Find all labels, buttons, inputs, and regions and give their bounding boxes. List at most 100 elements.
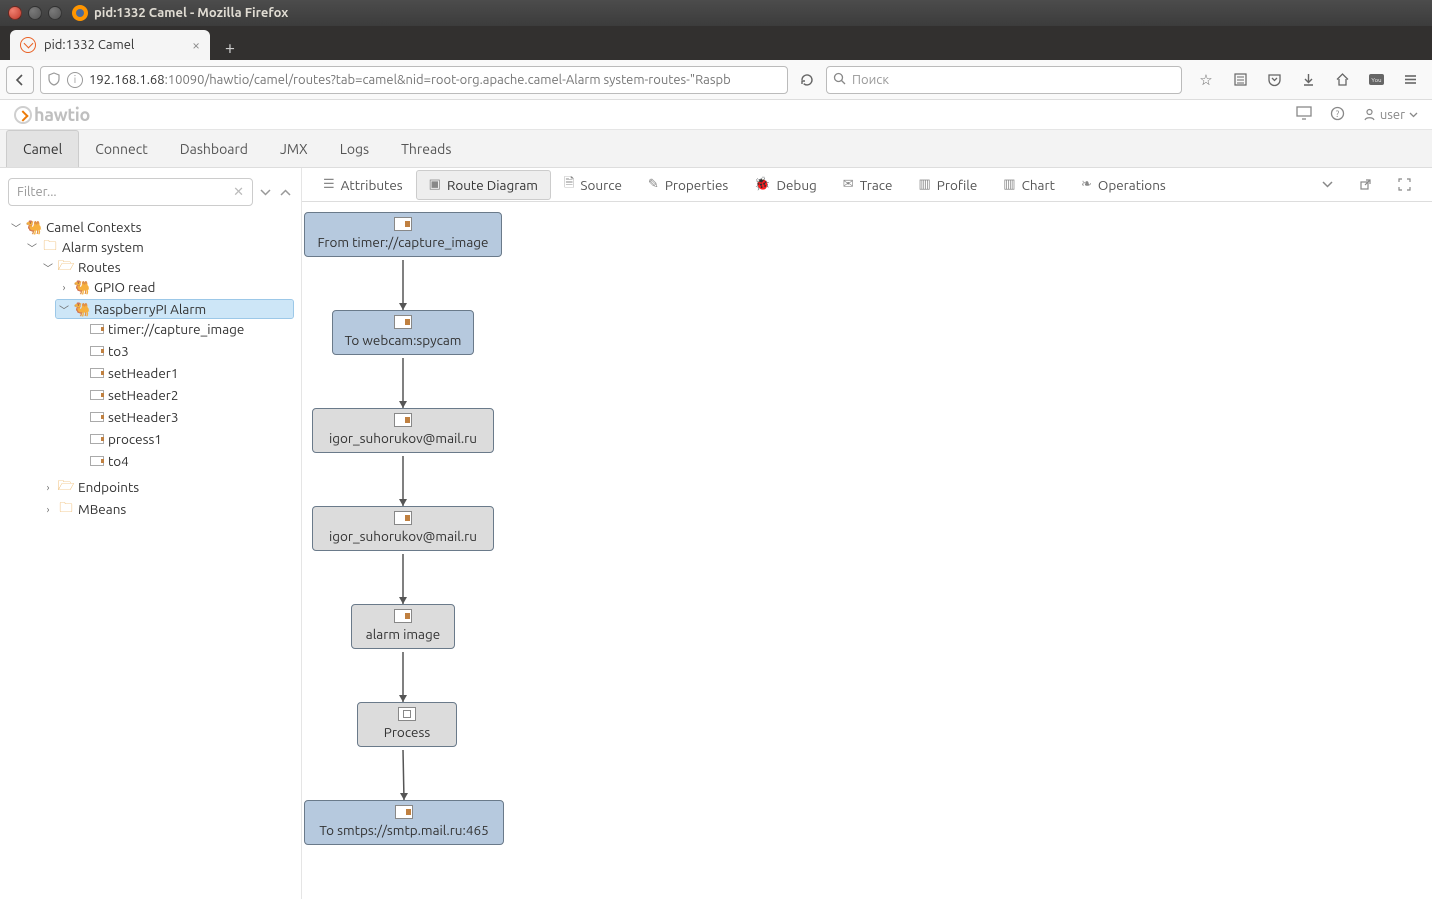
tracking-shield-icon — [47, 72, 63, 88]
subtab-trace[interactable]: ✉Trace — [830, 170, 906, 200]
subtab-properties[interactable]: ✎Properties — [635, 170, 741, 200]
filter-placeholder: Filter... — [17, 185, 57, 199]
nav-connect[interactable]: Connect — [79, 130, 164, 167]
window-close-button[interactable] — [8, 6, 22, 20]
subtab-route-diagram[interactable]: ▣Route Diagram — [416, 170, 551, 200]
user-label: user — [1380, 108, 1405, 122]
window-maximize-button[interactable] — [48, 6, 62, 20]
nav-dashboard[interactable]: Dashboard — [164, 130, 264, 167]
subtab-popout[interactable] — [1346, 171, 1385, 198]
tree-routes[interactable]: ﹀🗁Routes — [40, 258, 293, 276]
folder-icon: 🗀 — [58, 502, 74, 516]
nav-jmx[interactable]: JMX — [264, 130, 324, 167]
diagram-node-4[interactable]: alarm image — [351, 604, 455, 649]
pocket-icon[interactable] — [1264, 70, 1284, 90]
subtab-source[interactable]: 🗎Source — [551, 167, 635, 203]
window-minimize-button[interactable] — [28, 6, 42, 20]
svg-text:You: You — [1371, 77, 1381, 84]
nav-back-button[interactable] — [6, 66, 34, 94]
user-menu[interactable]: user — [1363, 108, 1418, 122]
subtab-operations[interactable]: ❧Operations — [1068, 170, 1179, 200]
diagram-node-1[interactable]: To webcam:spycam — [332, 310, 474, 355]
nav-threads[interactable]: Threads — [385, 130, 467, 167]
picture-icon: ▣ — [429, 177, 441, 192]
browser-tab[interactable]: pid:1332 Camel × — [10, 30, 210, 60]
tree-gpio-read[interactable]: ›🐫GPIO read — [56, 278, 293, 296]
process-icon — [398, 707, 416, 721]
diagram-node-label: igor_suhorukov@mail.ru — [319, 528, 487, 544]
endpoint-icon — [394, 609, 412, 623]
search-bar[interactable]: Поиск — [826, 66, 1182, 94]
bookmarks-list-icon[interactable] — [1230, 70, 1250, 90]
endpoint-icon — [90, 368, 104, 378]
diagram-node-0[interactable]: From timer://capture_image — [304, 212, 502, 257]
hawtio-favicon-icon — [20, 37, 36, 53]
diagram-node-2[interactable]: igor_suhorukov@mail.ru — [312, 408, 494, 453]
bug-icon: 🐞 — [754, 177, 770, 192]
tree-mbeans[interactable]: ›🗀MBeans — [40, 500, 293, 518]
browser-toolbar: i 192.168.1.68 :10090/hawtio/camel/route… — [0, 60, 1432, 100]
filter-input[interactable]: Filter... ✕ — [8, 178, 253, 206]
tree-node-to3[interactable]: to3 — [72, 342, 293, 360]
tree-raspberry-alarm[interactable]: ﹀🐫RaspberryPI Alarm — [56, 300, 293, 318]
tree-node-setheader1[interactable]: setHeader1 — [72, 364, 293, 382]
reload-button[interactable] — [794, 67, 820, 93]
clear-filter-icon[interactable]: ✕ — [233, 185, 244, 200]
home-icon[interactable] — [1332, 70, 1352, 90]
bar-chart-icon: ▥ — [1003, 177, 1015, 192]
tree-node-setheader2[interactable]: setHeader2 — [72, 386, 293, 404]
endpoint-icon — [90, 456, 104, 466]
nav-camel[interactable]: Camel — [6, 130, 79, 167]
list-icon: ☰ — [323, 177, 335, 192]
tree-context[interactable]: ﹀🗀Alarm system — [24, 238, 293, 256]
main-nav: Camel Connect Dashboard JMX Logs Threads — [0, 130, 1432, 168]
collapse-up-icon[interactable] — [277, 184, 293, 200]
subtab-debug[interactable]: 🐞Debug — [741, 170, 830, 200]
subtab-attributes[interactable]: ☰Attributes — [310, 170, 416, 200]
search-icon — [833, 72, 846, 88]
tree-node-process1[interactable]: process1 — [72, 430, 293, 448]
subtab-more[interactable] — [1309, 172, 1346, 197]
site-info-icon[interactable]: i — [67, 72, 83, 88]
diagram-node-5[interactable]: Process — [357, 702, 457, 747]
envelope-icon: ✉ — [843, 177, 854, 192]
tree-endpoints[interactable]: ›🗁Endpoints — [40, 478, 293, 496]
route-diagram-canvas[interactable]: From timer://capture_image To webcam:spyc… — [302, 202, 1432, 899]
youtube-icon[interactable]: You — [1366, 70, 1386, 90]
endpoint-icon — [394, 413, 412, 427]
subtab-profile[interactable]: ▥Profile — [905, 170, 990, 200]
hamburger-menu-icon[interactable] — [1400, 70, 1420, 90]
diagram-node-3[interactable]: igor_suhorukov@mail.ru — [312, 506, 494, 551]
tree-root[interactable]: ﹀🐫Camel Contexts — [8, 218, 293, 236]
tab-title: pid:1332 Camel — [44, 38, 134, 52]
nav-logs[interactable]: Logs — [324, 130, 385, 167]
tree-node-timer[interactable]: timer://capture_image — [72, 320, 293, 338]
expand-down-icon[interactable] — [257, 184, 273, 200]
url-bar[interactable]: i 192.168.1.68 :10090/hawtio/camel/route… — [40, 66, 788, 94]
hawtio-logo[interactable]: hawtio — [14, 105, 90, 125]
leaf-icon: ❧ — [1081, 177, 1092, 192]
folder-icon: 🗁 — [58, 480, 74, 494]
subtab-fullscreen[interactable] — [1385, 171, 1424, 198]
endpoint-icon — [90, 390, 104, 400]
tree-node-setheader3[interactable]: setHeader3 — [72, 408, 293, 426]
downloads-icon[interactable] — [1298, 70, 1318, 90]
help-icon[interactable]: ? — [1330, 106, 1345, 124]
diagram-node-6[interactable]: To smtps://smtp.mail.ru:465 — [304, 800, 504, 845]
route-icon: 🐫 — [74, 280, 90, 294]
tab-close-icon[interactable]: × — [192, 37, 200, 53]
endpoint-icon — [90, 434, 104, 444]
monitor-icon[interactable] — [1296, 106, 1312, 123]
app-header: hawtio ? user — [0, 100, 1432, 130]
bookmark-star-icon[interactable]: ☆ — [1196, 70, 1216, 90]
bar-chart-icon: ▥ — [918, 177, 930, 192]
new-tab-button[interactable]: + — [216, 36, 244, 60]
sidebar: Filter... ✕ ﹀🐫Camel Contexts ﹀🗀Alarm sys… — [0, 168, 302, 899]
subtab-chart[interactable]: ▥Chart — [990, 170, 1068, 200]
url-path: :10090/hawtio/camel/routes?tab=camel&nid… — [165, 73, 731, 87]
camel-icon: 🐫 — [26, 220, 42, 234]
external-link-icon — [1359, 178, 1372, 191]
tree-node-to4[interactable]: to4 — [72, 452, 293, 470]
edit-icon: ✎ — [648, 177, 659, 192]
diagram-node-label: alarm image — [358, 626, 448, 642]
